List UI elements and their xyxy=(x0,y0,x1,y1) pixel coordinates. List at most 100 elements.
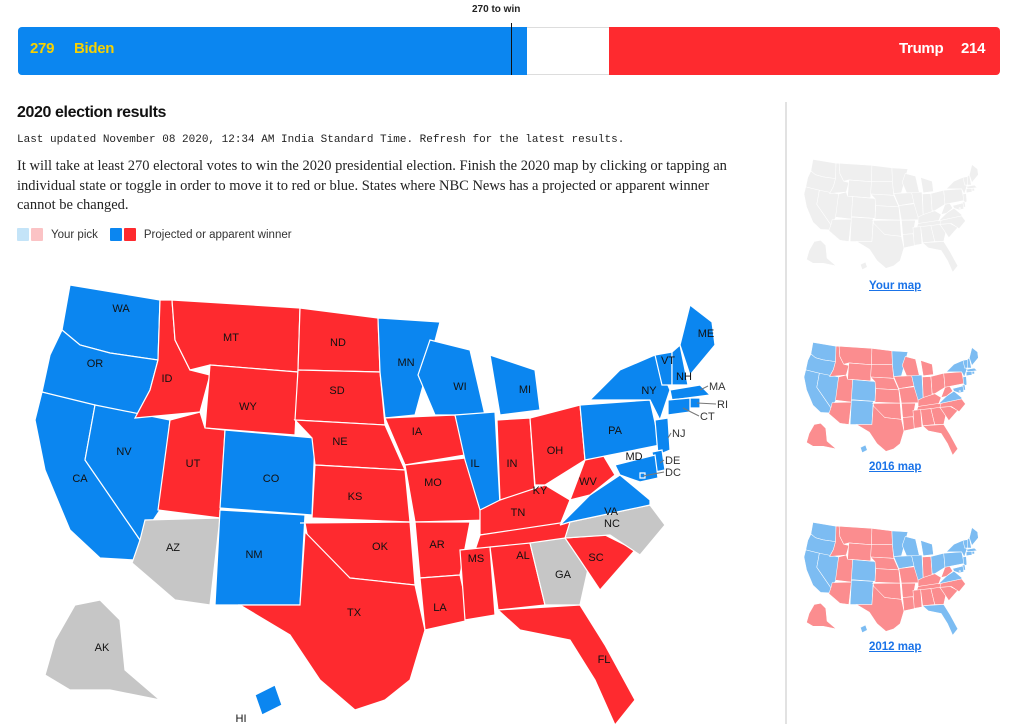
state-label-wv: WV xyxy=(579,476,597,488)
map-2016-link[interactable]: 2016 map xyxy=(869,461,921,473)
state-label-ia: IA xyxy=(412,426,423,438)
state-label-vt: VT xyxy=(661,355,675,367)
state-ms xyxy=(912,226,923,246)
state-in xyxy=(922,556,933,578)
state-nd xyxy=(871,348,893,365)
state-hi[interactable] xyxy=(254,684,283,716)
state-label-sc: SC xyxy=(588,552,603,564)
threshold-marker xyxy=(510,23,512,75)
state-oh xyxy=(930,189,946,211)
state-me xyxy=(969,347,979,367)
state-az[interactable] xyxy=(131,517,221,606)
state-label-oh: OH xyxy=(547,445,564,457)
state-label-mo: MO xyxy=(424,477,442,489)
state-co xyxy=(851,379,877,402)
legend: Your pick Projected or apparent winner xyxy=(17,228,304,241)
state-label-ut: UT xyxy=(186,458,201,470)
state-label-nj: NJ xyxy=(672,428,685,440)
state-label-de: DE xyxy=(665,455,680,467)
state-label-ma: MA xyxy=(709,381,726,393)
state-label-id: ID xyxy=(162,373,173,385)
projected-red-swatch xyxy=(123,228,136,241)
state-label-nv: NV xyxy=(116,446,132,458)
state-label-ar: AR xyxy=(429,539,444,551)
state-wi xyxy=(901,356,920,377)
state-label-nh: NH xyxy=(676,371,692,383)
your-map-link[interactable]: Your map xyxy=(869,280,921,292)
state-nd xyxy=(871,528,893,545)
state-wy xyxy=(847,179,872,199)
state-label-ky: KY xyxy=(533,485,548,497)
state-ks xyxy=(874,205,901,221)
state-mi xyxy=(920,359,934,377)
state-label-ms: MS xyxy=(468,553,485,565)
state-label-co: CO xyxy=(263,473,280,485)
projected-blue-swatch xyxy=(109,228,122,241)
state-fl xyxy=(922,424,959,456)
your-pick-label: Your pick xyxy=(51,228,98,241)
state-wi xyxy=(901,536,920,557)
state-ak xyxy=(806,422,837,450)
state-pa xyxy=(943,371,965,388)
state-label-or: OR xyxy=(87,358,104,370)
threshold-label: 270 to win xyxy=(472,4,521,15)
last-updated: Last updated November 08 2020, 12:34 AM … xyxy=(17,134,625,146)
state-nd xyxy=(871,165,893,182)
electoral-vote-bar xyxy=(18,27,1000,75)
state-label-ak: AK xyxy=(95,642,110,654)
state-in xyxy=(922,376,933,398)
state-nm xyxy=(849,399,874,425)
state-label-ny: NY xyxy=(641,385,657,397)
state-ct[interactable] xyxy=(667,397,691,416)
state-az xyxy=(828,401,852,425)
state-label-ct: CT xyxy=(700,411,715,423)
state-label-ca: CA xyxy=(72,473,88,485)
state-fl xyxy=(922,604,959,636)
state-mi xyxy=(920,539,934,557)
state-dc xyxy=(958,207,961,210)
trump-name: Trump xyxy=(899,40,944,57)
state-az xyxy=(828,581,852,605)
state-label-az: AZ xyxy=(166,542,180,554)
state-oh xyxy=(930,372,946,394)
state-label-ok: OK xyxy=(372,541,389,553)
your-pick-red-swatch xyxy=(31,228,43,241)
state-fl[interactable] xyxy=(496,604,636,724)
state-label-tx: TX xyxy=(347,607,362,619)
state-me xyxy=(969,527,979,547)
your-map-thumbnail[interactable] xyxy=(795,150,995,275)
state-label-dc: DC xyxy=(665,467,681,479)
state-me[interactable] xyxy=(679,303,716,377)
state-mi[interactable] xyxy=(489,354,541,416)
trump-votes: 214 xyxy=(961,40,986,57)
state-wy[interactable] xyxy=(204,364,299,436)
state-label-md: MD xyxy=(625,451,642,463)
state-wi[interactable] xyxy=(417,339,486,416)
state-wy xyxy=(847,362,872,382)
map-2012-link[interactable]: 2012 map xyxy=(869,641,921,653)
state-wi xyxy=(901,173,920,194)
state-label-tn: TN xyxy=(511,507,526,519)
state-co xyxy=(851,196,877,219)
state-ks xyxy=(874,568,901,584)
state-ri xyxy=(971,551,975,555)
state-sd[interactable] xyxy=(294,369,386,426)
biden-votes: 279 xyxy=(30,40,55,57)
page-title: 2020 election results xyxy=(17,104,167,121)
state-label-in: IN xyxy=(507,458,518,470)
map-2012-thumbnail[interactable] xyxy=(795,513,995,638)
state-nm xyxy=(849,579,874,605)
state-label-wi: WI xyxy=(453,381,466,393)
state-az xyxy=(828,218,852,242)
state-hi xyxy=(860,261,868,271)
state-dc xyxy=(958,570,961,573)
map-2016-thumbnail[interactable] xyxy=(795,333,995,458)
state-label-ri: RI xyxy=(717,399,728,411)
state-wy xyxy=(847,542,872,562)
state-dc xyxy=(958,390,961,393)
state-ct xyxy=(966,551,973,557)
state-sd xyxy=(870,180,895,196)
state-mi xyxy=(920,176,934,194)
state-label-mt: MT xyxy=(223,332,239,344)
state-label-la: LA xyxy=(433,602,447,614)
